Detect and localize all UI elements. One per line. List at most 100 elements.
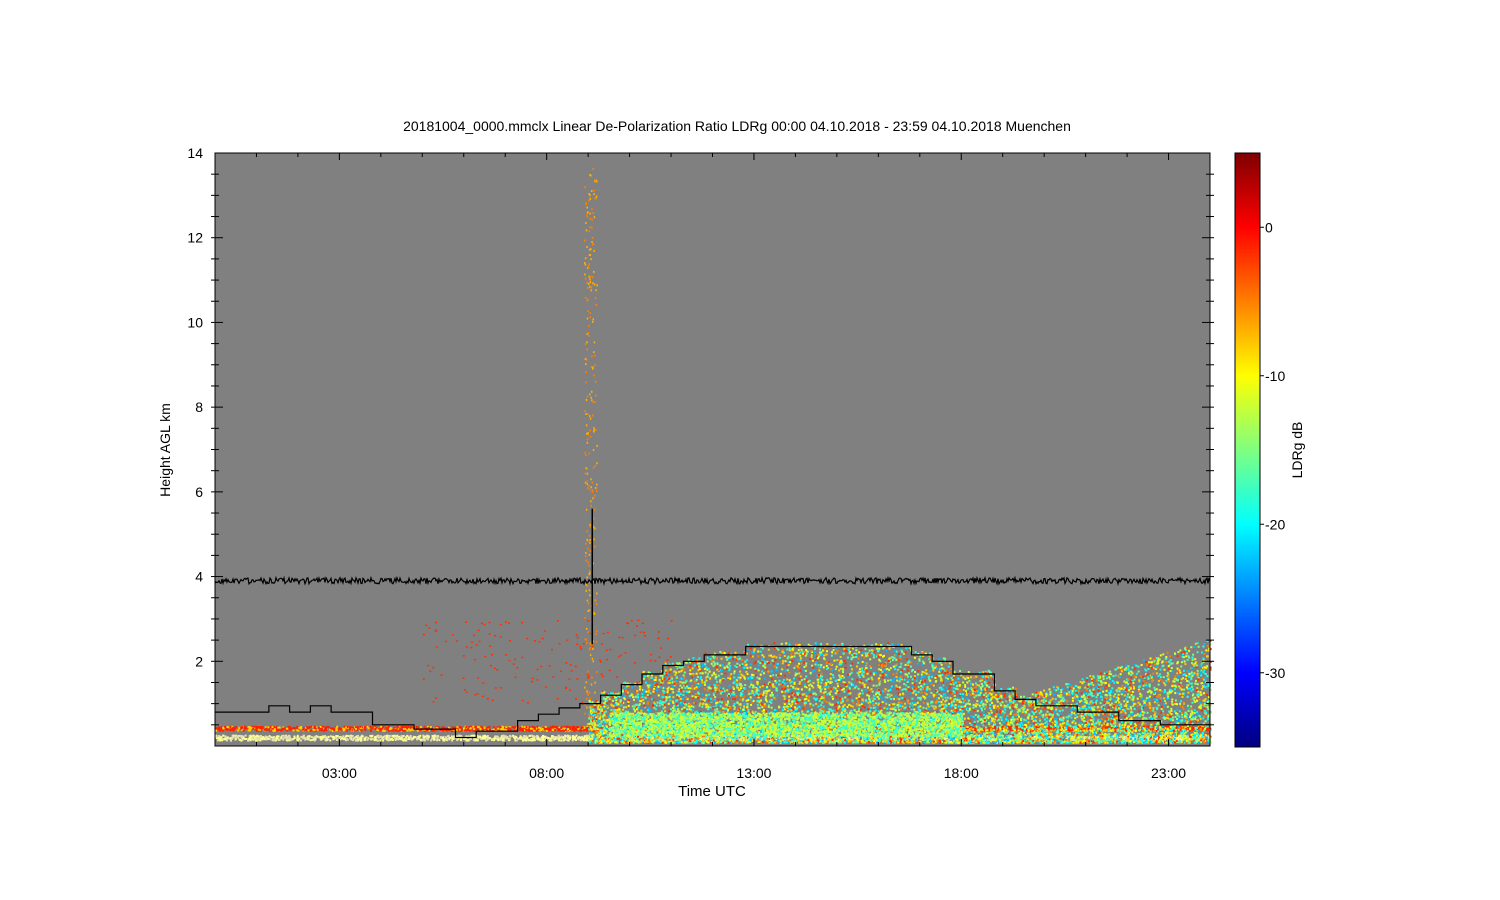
echo-pixel — [557, 729, 560, 732]
echo-pixel — [568, 735, 571, 738]
echo-pixel — [489, 728, 492, 731]
echo-pixel — [1068, 691, 1071, 693]
echo-pixel — [288, 737, 291, 740]
echo-pixel — [1203, 653, 1206, 655]
echo-pixel — [237, 729, 240, 732]
echo-pixel — [225, 739, 228, 742]
echo-pixel — [974, 727, 976, 730]
echo-pixel — [227, 737, 230, 740]
echo-pixel — [324, 728, 327, 731]
echo-pixel — [226, 725, 229, 728]
echo-pixel — [349, 728, 352, 731]
echo-pixel — [374, 735, 377, 738]
echo-pixel — [276, 737, 278, 740]
echo-pixel — [522, 729, 524, 732]
echo-pixel — [446, 735, 449, 738]
echo-pixel — [525, 728, 528, 731]
echo-pixel — [532, 735, 535, 738]
echo-pixel — [285, 738, 288, 740]
echo-pixel — [844, 696, 847, 699]
echo-pixel — [1071, 735, 1074, 738]
echo-pixel — [571, 725, 574, 728]
echo-pixel — [278, 739, 281, 741]
echo-pixel — [572, 729, 575, 731]
echo-pixel — [565, 726, 568, 728]
echo-pixel — [395, 729, 398, 732]
echo-pixel — [668, 693, 671, 696]
echo-pixel — [463, 727, 466, 730]
ldr-chart: 20181004_0000.mmclx Linear De-Polarizati… — [157, 118, 1305, 800]
echo-pixel — [940, 701, 943, 703]
echo-pixel — [929, 681, 931, 684]
echo-pixel — [231, 729, 234, 732]
echo-pixel — [1160, 707, 1163, 710]
echo-pixel — [268, 729, 271, 732]
echo-pixel — [385, 736, 388, 739]
echo-pixel — [400, 725, 403, 728]
echo-pixel — [379, 739, 382, 742]
echo-pixel — [491, 738, 494, 741]
echo-pixel — [359, 737, 362, 740]
echo-pixel — [545, 727, 548, 730]
echo-pixel — [376, 728, 379, 731]
echo-pixel — [625, 706, 628, 709]
echo-pixel — [259, 738, 262, 741]
echo-pixel — [249, 739, 252, 742]
echo-pixel — [360, 729, 363, 732]
echo-pixel — [508, 727, 511, 730]
echo-pixel — [342, 727, 345, 730]
echo-pixel — [257, 735, 260, 738]
echo-pixel — [567, 727, 570, 730]
echo-pixel — [304, 737, 307, 740]
echo-pixel — [268, 738, 271, 741]
echo-pixel — [696, 665, 699, 668]
echo-pixel — [247, 726, 250, 729]
echo-pixel — [317, 726, 320, 729]
echo-pixel — [329, 739, 332, 742]
echo-pixel — [540, 729, 543, 731]
echo-pixel — [525, 726, 528, 728]
echo-pixel — [423, 735, 426, 738]
echo-pixel — [354, 727, 357, 730]
echo-pixel — [1084, 734, 1087, 737]
echo-pixel — [1158, 679, 1160, 682]
echo-pixel — [565, 735, 568, 738]
echo-pixel — [238, 727, 241, 730]
echo-pixel — [743, 702, 746, 705]
echo-pixel — [586, 734, 589, 737]
echo-pixel — [445, 738, 448, 740]
echo-pixel — [364, 725, 367, 728]
echo-pixel — [366, 725, 369, 728]
echo-pixel — [470, 734, 473, 737]
echo-pixel — [376, 739, 379, 742]
echo-pixel — [508, 738, 511, 740]
echo-pixel — [583, 735, 586, 738]
echo-pixel — [261, 725, 264, 728]
echo-pixel — [282, 734, 285, 737]
echo-pixel — [476, 726, 479, 728]
echo-pixel — [231, 734, 234, 737]
echo-pixel — [554, 736, 557, 739]
echo-pixel — [545, 729, 548, 732]
chart-title: 20181004_0000.mmclx Linear De-Polarizati… — [403, 118, 1071, 134]
echo-pixel — [851, 699, 854, 702]
echo-pixel — [548, 739, 551, 742]
echo-pixel — [439, 736, 442, 738]
echo-pixel — [544, 725, 547, 728]
echo-pixel — [324, 735, 327, 738]
echo-pixel — [528, 734, 531, 737]
echo-pixel — [538, 738, 541, 741]
echo-pixel — [336, 725, 339, 728]
echo-pixel — [1192, 726, 1195, 729]
echo-pixel — [409, 726, 412, 729]
echo-pixel — [307, 738, 310, 741]
echo-pixel — [393, 726, 396, 729]
echo-pixel — [483, 737, 486, 740]
echo-pixel — [530, 729, 533, 732]
echo-pixel — [380, 725, 383, 728]
echo-pixel — [399, 729, 402, 732]
echo-pixel — [267, 726, 270, 729]
echo-pixel — [321, 737, 324, 740]
echo-pixel — [282, 727, 285, 730]
echo-pixel — [946, 690, 949, 693]
